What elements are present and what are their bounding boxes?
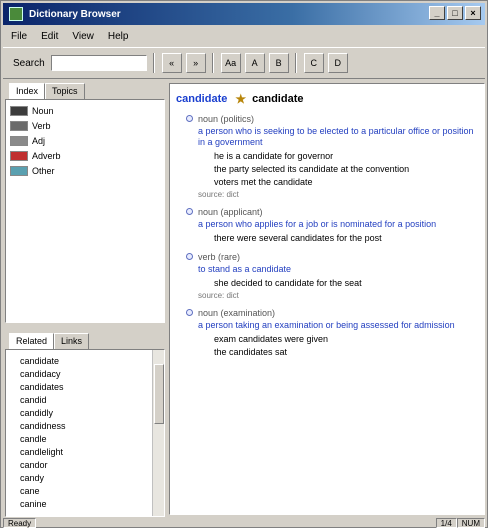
menu-bar: File Edit View Help [3,27,485,45]
star-icon[interactable]: ★ [235,92,246,106]
toolbar-button-b[interactable]: B [268,53,289,73]
example: there were several candidates for the po… [214,233,382,243]
tab-links[interactable]: Links [54,333,90,349]
part-of-speech: noun (politics) [198,114,255,124]
list-item[interactable]: Adj [10,134,160,148]
maximize-button[interactable]: □ [447,6,463,20]
font-button[interactable]: Aa [220,53,241,73]
window-title: Dictionary Browser [29,8,121,20]
toolbar-button-a[interactable]: A [244,53,265,73]
lower-tabs: Related Links [5,333,165,349]
search-label: Search [13,57,45,69]
scrollbar[interactable] [152,350,164,516]
part-of-speech: noun (examination) [198,308,276,318]
search-input[interactable] [50,55,147,71]
bullet-icon [186,309,193,316]
list-item-label: Other [32,166,55,176]
menu-help[interactable]: Help [108,31,129,42]
sense-entry: noun (politics) a person who is seeking … [176,114,476,199]
example: he is a candidate for governor [214,151,334,161]
list-item-label: Adverb [32,151,61,161]
word-list-item[interactable]: canine [20,497,160,510]
headword-label: candidate [252,93,304,105]
status-text: Ready [3,517,37,528]
word-list-item[interactable]: candlelight [20,445,160,458]
left-pane: Index Topics Noun Verb Adj Adverb Other … [5,83,165,517]
sense-entry: noun (examination) a person taking an ex… [176,308,476,358]
color-swatch [10,151,28,161]
tab-topics[interactable]: Topics [45,83,85,99]
definition-pane: candidate ★ candidate noun (politics) a … [169,83,485,515]
example: the party selected its candidate at the … [214,164,410,174]
list-item-label: Noun [32,106,54,116]
toolbar-button-c[interactable]: C [303,53,324,73]
toolbar-button-d[interactable]: D [327,53,348,73]
scrollbar-thumb[interactable] [154,364,164,424]
word-list: candidate candidacy candidates candid ca… [5,349,165,517]
app-icon [9,7,23,21]
list-item-label: Adj [32,136,46,146]
word-list-item[interactable]: candidacy [20,367,160,380]
close-button[interactable]: × [465,6,481,20]
color-swatch [10,166,28,176]
bullet-icon [186,253,193,260]
menu-edit[interactable]: Edit [41,31,58,42]
part-of-speech: noun (applicant) [198,207,263,217]
status-num: NUM [456,517,485,528]
tab-related[interactable]: Related [9,333,55,349]
list-item[interactable]: Other [10,164,160,178]
menu-file[interactable]: File [11,31,27,42]
headword[interactable]: candidate [176,93,227,105]
app-window: Dictionary Browser _ □ × File Edit View … [0,0,488,528]
toolbar-separator [152,53,155,73]
list-item[interactable]: Adverb [10,149,160,163]
word-list-item[interactable]: candidly [20,406,160,419]
gloss[interactable]: a person who applies for a job or is nom… [198,219,476,230]
word-list-item[interactable]: candor [20,458,160,471]
example: the candidates sat [214,347,288,357]
list-item-label: Verb [32,121,51,131]
gloss[interactable]: to stand as a candidate [198,264,476,275]
sense-entry: noun (applicant) a person who applies fo… [176,207,476,244]
bullet-icon [186,115,193,122]
gloss[interactable]: a person taking an examination or being … [198,320,476,331]
color-swatch [10,121,28,131]
window-controls: _ □ × [429,6,481,20]
list-item[interactable]: Noun [10,104,160,118]
bullet-icon [186,208,193,215]
list-item[interactable]: Verb [10,119,160,133]
title-bar[interactable]: Dictionary Browser _ □ × [3,3,485,25]
gloss[interactable]: a person who is seeking to be elected to… [198,126,476,148]
toolbar-separator [294,53,297,73]
minimize-button[interactable]: _ [429,6,445,20]
word-list-item[interactable]: candy [20,471,160,484]
word-list-item[interactable]: candidness [20,419,160,432]
word-list-item[interactable]: candle [20,432,160,445]
menu-view[interactable]: View [72,31,94,42]
example: she decided to candidate for the seat [214,278,362,288]
color-swatch [10,106,28,116]
word-list-item[interactable]: candid [20,393,160,406]
sense-entry: verb (rare) to stand as a candidate she … [176,252,476,300]
toolbar: Search « » Aa A B C D [3,47,485,79]
status-bar: Ready 1/4 NUM [3,517,485,528]
part-of-speech: verb (rare) [198,252,241,262]
color-swatch [10,136,28,146]
entry-header: candidate ★ candidate [176,92,476,106]
example: voters met the candidate [214,177,313,187]
example: exam candidates were given [214,334,329,344]
back-button[interactable]: « [161,53,182,73]
tab-index[interactable]: Index [9,83,46,99]
source-note: source: dict [198,190,239,199]
word-list-item[interactable]: candidates [20,380,160,393]
source-note: source: dict [198,291,239,300]
word-list-item[interactable]: cane [20,484,160,497]
toolbar-separator [211,53,214,73]
word-list-item[interactable]: candidate [20,354,160,367]
status-page: 1/4 [435,517,457,528]
forward-button[interactable]: » [185,53,206,73]
left-tabs: Index Topics [5,83,165,99]
category-list: Noun Verb Adj Adverb Other [5,99,165,323]
